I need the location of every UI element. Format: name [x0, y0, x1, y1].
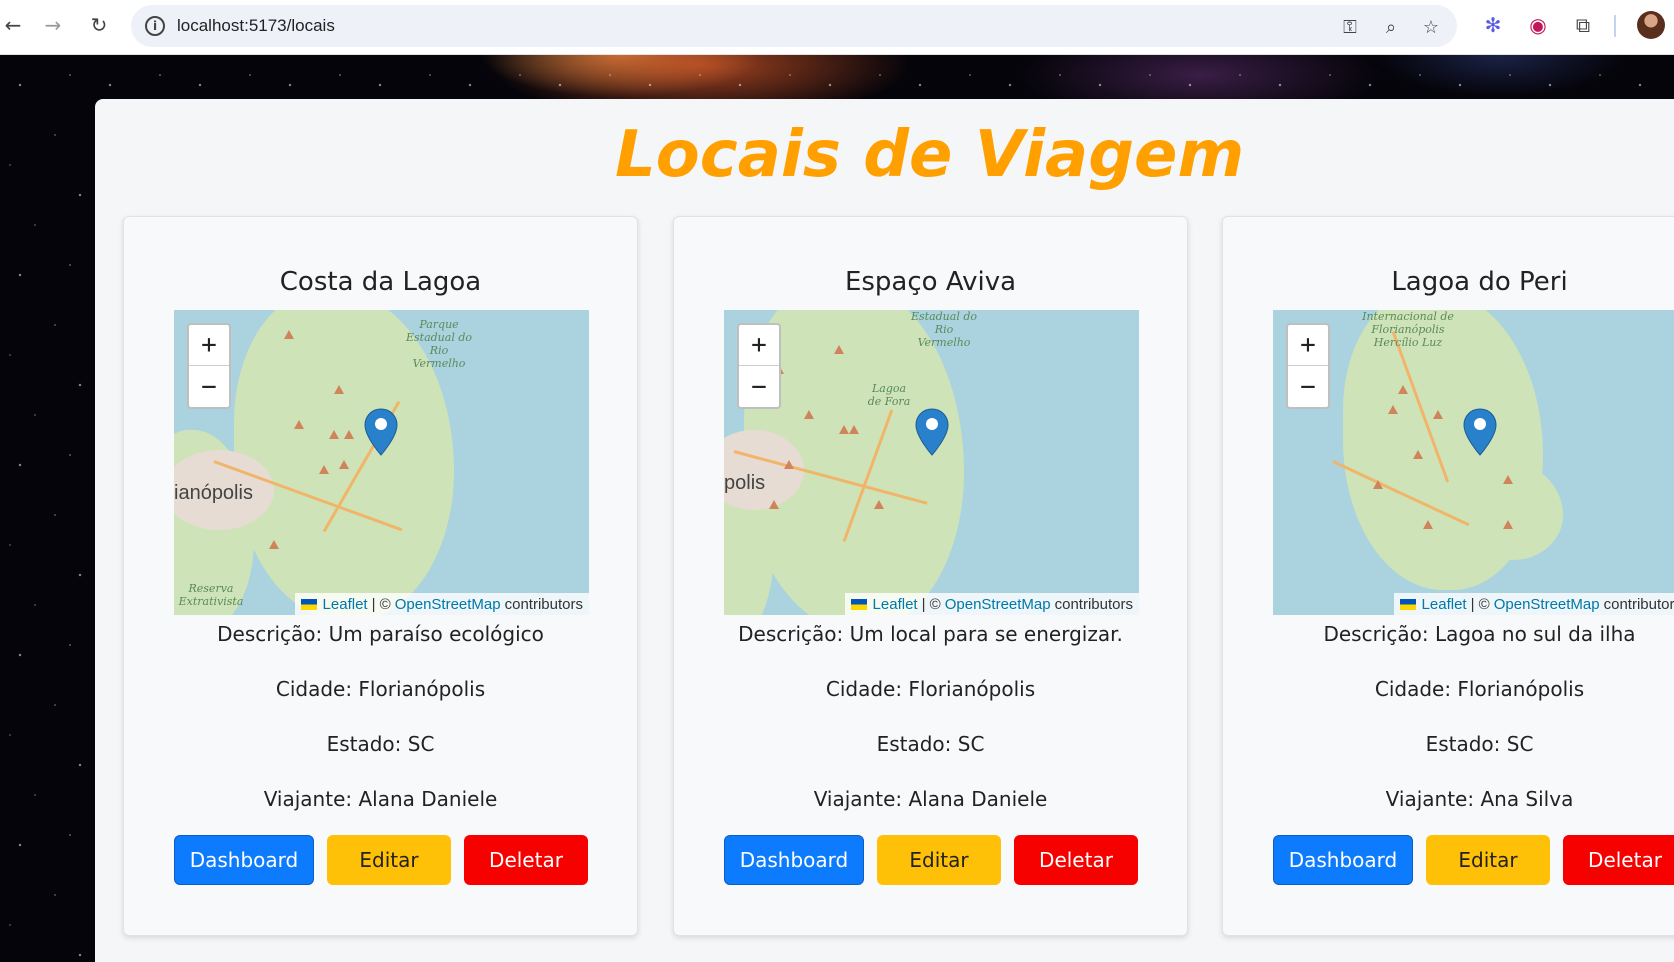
- map-pin-icon[interactable]: [915, 408, 949, 456]
- zoom-out-button[interactable]: −: [739, 366, 779, 407]
- profile-avatar[interactable]: [1637, 11, 1665, 39]
- browser-toolbar: ← → ↻ i localhost:5173/locais ⚿ ⌕ ☆ ✻ ◉ …: [0, 0, 1674, 55]
- zoom-in-button[interactable]: +: [1288, 325, 1328, 366]
- card-viajante: Viajante: Alana Daniele: [813, 787, 1048, 811]
- map-label: Reserva Extrativista: [178, 582, 244, 608]
- card-title: Espaço Aviva: [844, 267, 1017, 297]
- osm-link[interactable]: OpenStreetMap: [1494, 596, 1600, 613]
- attrib-separator: | ©: [371, 595, 391, 613]
- map-place-label: polis: [724, 472, 766, 494]
- map-place-label: ianópolis: [174, 482, 253, 504]
- forward-arrow-icon[interactable]: →: [40, 12, 66, 38]
- toolbar-separator: [1614, 15, 1616, 37]
- delete-button[interactable]: Deletar: [464, 835, 588, 885]
- card-cidade: Cidade: Florianópolis: [1374, 677, 1585, 701]
- site-info-icon[interactable]: i: [145, 16, 165, 36]
- map-attribution: Leaflet | © OpenStreetMap contributors: [844, 593, 1139, 615]
- map-label: Estadual do Rio Vermelho: [910, 310, 978, 349]
- zoom-in-button[interactable]: +: [739, 325, 779, 366]
- extensions-puzzle-icon[interactable]: ⧉: [1571, 13, 1595, 37]
- attrib-contributors: contributors: [504, 595, 583, 613]
- card-title: Costa da Lagoa: [279, 267, 482, 297]
- dashboard-button[interactable]: Dashboard: [1273, 835, 1413, 885]
- card-estado: Estado: SC: [1425, 732, 1534, 756]
- card-descricao: Descrição: Lagoa no sul da ilha: [1323, 622, 1636, 646]
- key-icon[interactable]: ⚿: [1339, 16, 1361, 38]
- map-attribution: Leaflet | © OpenStreetMap contributors: [294, 593, 589, 615]
- star-icon[interactable]: ☆: [1420, 16, 1442, 38]
- location-card: Lagoa do Peri Internacional de Florianóp…: [1222, 216, 1674, 936]
- osm-link[interactable]: OpenStreetMap: [395, 596, 501, 613]
- page-title: Locais de Viagem: [615, 118, 1245, 192]
- attrib-contributors: contributors: [1603, 595, 1674, 613]
- map-label: Parque Estadual do Rio Vermelho: [405, 318, 473, 370]
- ukraine-flag-icon: [850, 598, 867, 610]
- card-estado: Estado: SC: [876, 732, 985, 756]
- map-label: Lagoa de Fora: [867, 382, 911, 408]
- card-title: Lagoa do Peri: [1391, 267, 1568, 297]
- map-attribution: Leaflet | © OpenStreetMap contributors: [1393, 593, 1674, 615]
- attrib-separator: | ©: [1470, 595, 1490, 613]
- map-pin-icon[interactable]: [1463, 408, 1497, 456]
- ukraine-flag-icon: [300, 598, 317, 610]
- card-cidade: Cidade: Florianópolis: [825, 677, 1036, 701]
- card-viajante: Viajante: Alana Daniele: [263, 787, 498, 811]
- back-arrow-icon[interactable]: ←: [0, 12, 26, 38]
- zoom-in-button[interactable]: +: [189, 325, 229, 366]
- ukraine-flag-icon: [1399, 598, 1416, 610]
- location-card: Costa da Lagoa Parque Estadual do Rio Ve…: [123, 216, 638, 936]
- dashboard-button[interactable]: Dashboard: [174, 835, 314, 885]
- attrib-separator: | ©: [921, 595, 941, 613]
- map[interactable]: Parque Estadual do Rio Vermelho Reserva …: [174, 310, 589, 615]
- address-bar[interactable]: i localhost:5173/locais ⚿ ⌕ ☆: [131, 5, 1457, 47]
- map-pin-icon[interactable]: [364, 408, 398, 456]
- dashboard-button[interactable]: Dashboard: [724, 835, 864, 885]
- attrib-contributors: contributors: [1054, 595, 1133, 613]
- delete-button[interactable]: Deletar: [1014, 835, 1138, 885]
- extension-camera-icon[interactable]: ◉: [1526, 13, 1550, 37]
- card-viajante: Viajante: Ana Silva: [1385, 787, 1574, 811]
- url-text[interactable]: localhost:5173/locais: [177, 16, 335, 36]
- card-descricao: Descrição: Um local para se energizar.: [738, 622, 1123, 646]
- edit-button[interactable]: Editar: [877, 835, 1001, 885]
- osm-link[interactable]: OpenStreetMap: [945, 596, 1051, 613]
- card-cidade: Cidade: Florianópolis: [275, 677, 486, 701]
- zoom-control: + −: [1286, 323, 1330, 409]
- zoom-control: + −: [737, 323, 781, 409]
- leaflet-link[interactable]: Leaflet: [1422, 596, 1467, 613]
- zoom-out-button[interactable]: −: [1288, 366, 1328, 407]
- leaflet-link[interactable]: Leaflet: [873, 596, 918, 613]
- edit-button[interactable]: Editar: [327, 835, 451, 885]
- map[interactable]: Estadual do Rio Vermelho Lagoa de Fora p…: [724, 310, 1139, 615]
- delete-button[interactable]: Deletar: [1563, 835, 1674, 885]
- reload-icon[interactable]: ↻: [86, 12, 112, 38]
- leaflet-link[interactable]: Leaflet: [323, 596, 368, 613]
- card-descricao: Descrição: Um paraíso ecológico: [217, 622, 544, 646]
- extension-snowflake-icon[interactable]: ✻: [1481, 13, 1505, 37]
- zoom-out-button[interactable]: −: [189, 366, 229, 407]
- map[interactable]: Internacional de Florianópolis Hercílio …: [1273, 310, 1674, 615]
- map-label: Internacional de Florianópolis Hercílio …: [1362, 310, 1454, 349]
- zoom-control: + −: [187, 323, 231, 409]
- card-estado: Estado: SC: [326, 732, 435, 756]
- zoom-icon[interactable]: ⌕: [1380, 16, 1402, 38]
- edit-button[interactable]: Editar: [1426, 835, 1550, 885]
- location-card: Espaço Aviva Estadual do Rio Vermelho La…: [673, 216, 1188, 936]
